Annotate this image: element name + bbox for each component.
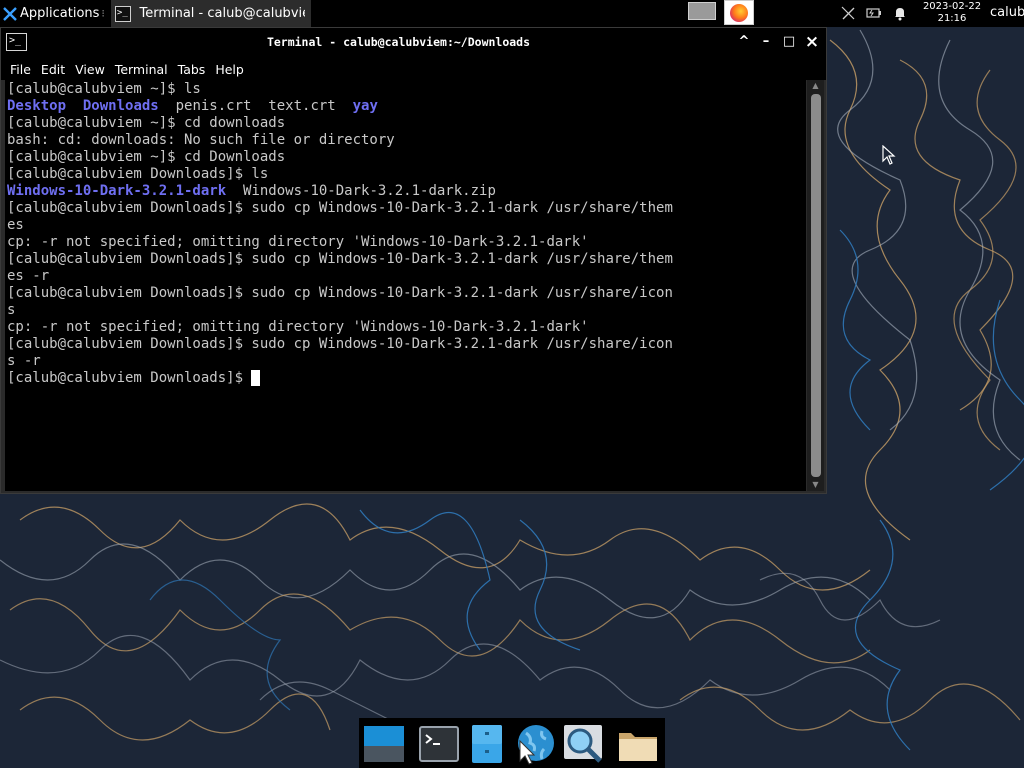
terminal-line: Windows-10-Dark-3.2.1-dark Windows-10-Da… <box>7 183 806 200</box>
directory-entry: Desktop <box>7 98 67 114</box>
dock <box>359 718 665 768</box>
directory-entry: Downloads <box>82 98 159 114</box>
terminal-text: s <box>7 302 16 318</box>
show-desktop-icon[interactable] <box>363 723 405 765</box>
menu-tabs[interactable]: Tabs <box>173 62 211 77</box>
terminal-text: [calub@calubviem Downloads]$ ls <box>7 166 269 182</box>
menu-terminal[interactable]: Terminal <box>110 62 173 77</box>
terminal-line: bash: cd: downloads: No such file or dir… <box>7 132 806 149</box>
menu-help[interactable]: Help <box>210 62 249 77</box>
network-disconnected-icon[interactable] <box>840 5 856 21</box>
terminal-line: [calub@calubviem Downloads]$ sudo cp Win… <box>7 200 806 217</box>
terminal-line: s <box>7 302 806 319</box>
terminal-text: [calub@calubviem Downloads]$ sudo cp Win… <box>7 251 673 267</box>
terminal-line: Desktop Downloads penis.crt text.crt yay <box>7 98 806 115</box>
terminal-text: [calub@calubviem Downloads]$ <box>7 370 252 386</box>
workspace-switcher[interactable] <box>688 2 716 20</box>
shade-button[interactable]: ^ <box>736 34 752 50</box>
maximize-button[interactable]: □ <box>781 34 797 50</box>
clock-date: 2023-02-22 <box>922 1 982 12</box>
taskbar-terminal-button[interactable]: >_ Terminal - calub@calubvie... <box>110 0 311 27</box>
terminal-icon[interactable] <box>418 723 460 765</box>
terminal-text: Windows-10-Dark-3.2.1-dark.zip <box>226 183 496 199</box>
panel-clock[interactable]: 2023-02-22 21:16 <box>918 1 986 25</box>
search-app-icon[interactable] <box>562 723 604 765</box>
terminal-text: cp: -r not specified; omitting directory… <box>7 234 589 250</box>
terminal-line: [calub@calubviem ~]$ cd Downloads <box>7 149 806 166</box>
terminal-line: es -r <box>7 268 806 285</box>
terminal-menubar: File Edit View Terminal Tabs Help <box>1 58 826 80</box>
terminal-text: [calub@calubviem Downloads]$ sudo cp Win… <box>7 285 673 301</box>
terminal-text: s -r <box>7 353 41 369</box>
text-cursor <box>251 370 261 386</box>
menu-separator: ⁝ <box>101 7 105 20</box>
terminal-text: bash: cd: downloads: No such file or dir… <box>7 132 395 148</box>
window-title: Terminal - calub@calubviem:~/Downloads <box>266 35 531 49</box>
terminal-line: [calub@calubviem Downloads]$ <box>7 370 806 387</box>
terminal-text: [calub@calubviem ~]$ cd Downloads <box>7 149 286 165</box>
user-menu[interactable]: calub <box>990 5 1024 20</box>
terminal-icon: >_ <box>114 5 132 22</box>
terminal-text: penis.crt text.crt <box>158 98 353 114</box>
battery-icon[interactable] <box>866 5 882 21</box>
terminal-line: cp: -r not specified; omitting directory… <box>7 319 806 336</box>
menu-edit[interactable]: Edit <box>36 62 70 77</box>
clock-time: 21:16 <box>937 13 967 24</box>
menu-file[interactable]: File <box>5 62 36 77</box>
terminal-text: cp: -r not specified; omitting directory… <box>7 319 589 335</box>
terminal-line: [calub@calubviem Downloads]$ sudo cp Win… <box>7 251 806 268</box>
mouse-pointer-icon <box>882 145 896 165</box>
terminal-text: [calub@calubviem Downloads]$ sudo cp Win… <box>7 336 673 352</box>
terminal-line: [calub@calubviem Downloads]$ ls <box>7 166 806 183</box>
firefox-icon <box>730 3 748 22</box>
applications-menu-button[interactable]: Applications ⁝ <box>0 0 109 27</box>
terminal-line: [calub@calubviem ~]$ ls <box>7 81 806 98</box>
notification-bell-icon[interactable] <box>892 5 908 21</box>
firefox-launcher[interactable] <box>724 0 754 25</box>
scrollbar-thumb[interactable] <box>811 94 821 477</box>
web-browser-icon[interactable] <box>514 723 556 765</box>
close-button[interactable]: × <box>804 34 820 51</box>
terminal-output[interactable]: [calub@calubviem ~]$ ls Desktop Downloads… <box>5 80 806 491</box>
applications-menu-label: Applications <box>20 6 100 21</box>
terminal-text: es <box>7 217 24 233</box>
directory-entry: Windows-10-Dark-3.2.1-dark <box>7 183 227 199</box>
terminal-line: [calub@calubviem Downloads]$ sudo cp Win… <box>7 336 806 353</box>
terminal-text: [calub@calubviem ~]$ ls <box>7 81 201 97</box>
folder-icon[interactable] <box>617 723 659 765</box>
terminal-text: es -r <box>7 268 50 284</box>
terminal-scrollbar[interactable]: ▲ ▼ <box>807 80 824 491</box>
terminal-line: [calub@calubviem Downloads]$ sudo cp Win… <box>7 285 806 302</box>
terminal-line: cp: -r not specified; omitting directory… <box>7 234 806 251</box>
file-manager-icon[interactable] <box>466 723 508 765</box>
scroll-down-icon[interactable]: ▼ <box>811 481 820 489</box>
window-titlebar[interactable]: >_ Terminal - calub@calubviem:~/Download… <box>1 28 826 58</box>
terminal-text: [calub@calubviem Downloads]$ sudo cp Win… <box>7 200 673 216</box>
terminal-line: [calub@calubviem ~]$ cd downloads <box>7 115 806 132</box>
minimize-button[interactable]: – <box>758 34 774 50</box>
menu-view[interactable]: View <box>70 62 110 77</box>
terminal-text: [calub@calubviem ~]$ cd downloads <box>7 115 286 131</box>
scroll-up-icon[interactable]: ▲ <box>811 82 820 90</box>
directory-entry: yay <box>352 98 378 114</box>
terminal-line: s -r <box>7 353 806 370</box>
terminal-line: es <box>7 217 806 234</box>
xfce-mouse-icon <box>3 6 17 21</box>
taskbar-terminal-label: Terminal - calub@calubvie... <box>139 6 305 21</box>
terminal-window: >_ Terminal - calub@calubviem:~/Download… <box>0 27 827 494</box>
